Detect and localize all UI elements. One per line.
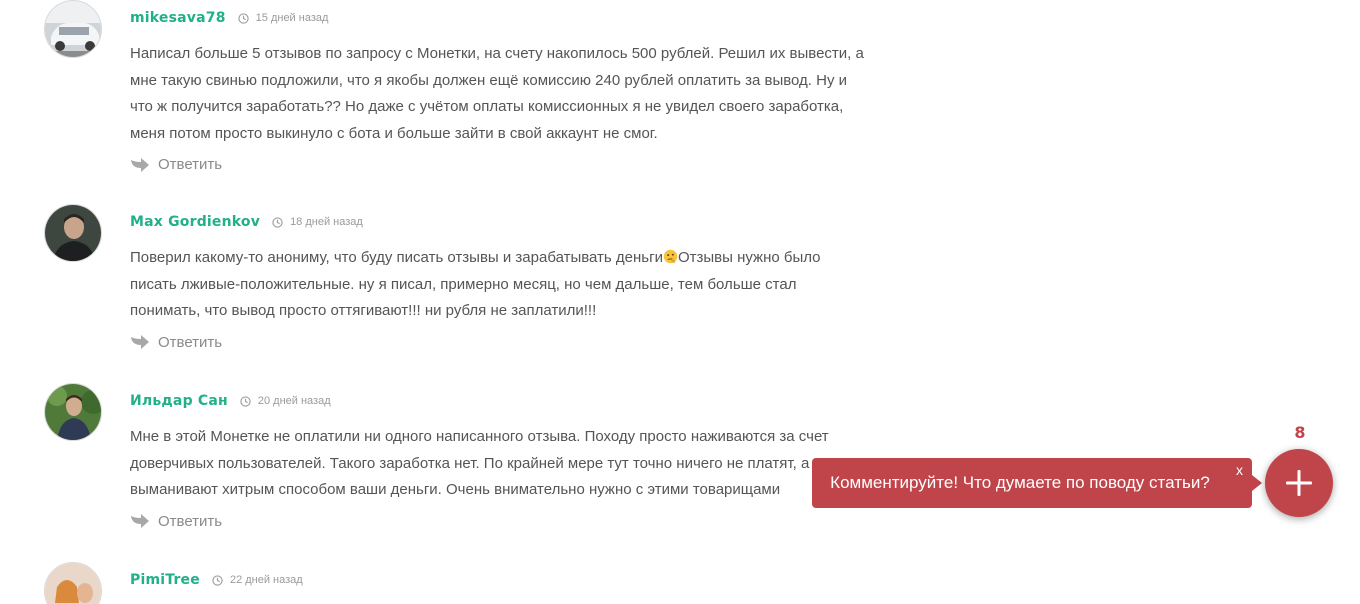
reply-label: Ответить (158, 156, 223, 173)
comments-page: mikesava78 15 дней назад Написал больше … (0, 0, 1360, 604)
reply-arrow-icon (131, 335, 149, 349)
plus-icon (1286, 470, 1312, 496)
clock-icon (212, 574, 223, 586)
comment-header: mikesava78 15 дней назад (130, 8, 870, 28)
comment-date: 20 дней назад (240, 395, 331, 407)
comment-header: Max Gordienkov 18 дней назад (130, 212, 870, 232)
comment-header: Ильдар Сан 20 дней назад (130, 391, 870, 411)
thinking-emoji-icon (663, 249, 678, 264)
clock-icon (237, 12, 249, 24)
comment-date-text: 20 дней назад (257, 395, 331, 407)
reply-arrow-icon (131, 514, 149, 528)
bubble-pointer (1252, 475, 1262, 491)
comment-body: Ильдар Сан 20 дней назад Мне в этой Моне… (130, 383, 870, 530)
comment-date: 18 дней назад (272, 216, 363, 228)
avatar[interactable] (44, 383, 102, 441)
comment-text: Мне в этой Монетке не оплатили ни одного… (130, 428, 829, 498)
comment-prompt-text: Комментируйте! Что думаете по поводу ста… (830, 473, 1210, 492)
reply-button[interactable]: Ответить (130, 334, 870, 351)
comment-author[interactable]: PimiTree (130, 572, 200, 588)
close-prompt-button[interactable]: x (1236, 462, 1243, 478)
avatar[interactable] (44, 0, 102, 58)
comment-author[interactable]: mikesava78 (130, 10, 226, 26)
comment-date-text: 22 дней назад (229, 574, 303, 586)
comment-author[interactable]: Max Gordienkov (130, 214, 260, 230)
reply-label: Ответить (158, 333, 223, 351)
comment-date: 15 дней назад (237, 12, 329, 24)
comment-header: PimiTree 22 дней назад (130, 570, 870, 590)
comment-date-text: 18 дней назад (290, 216, 363, 228)
comment-body: mikesava78 15 дней назад Написал больше … (130, 0, 870, 173)
comment-count: 8 (1294, 423, 1306, 442)
avatar[interactable] (44, 204, 102, 262)
comment-body: Max Gordienkov 18 дней назад Поверил как… (130, 204, 870, 351)
reply-button[interactable]: Ответить (130, 156, 870, 173)
comment-text-part: Поверил какому-то анониму, что буду писа… (130, 249, 663, 266)
comment-text: Написал больше 5 отзывов по запросу с Мо… (130, 45, 864, 142)
add-comment-button[interactable] (1265, 449, 1333, 517)
comment-body: PimiTree 22 дней назад (130, 562, 870, 590)
reply-label: Ответить (158, 512, 223, 530)
comment-author[interactable]: Ильдар Сан (130, 393, 228, 409)
avatar[interactable] (44, 562, 102, 604)
comment-prompt-bubble: Комментируйте! Что думаете по поводу ста… (812, 458, 1262, 508)
comment-text: Поверил какому-то анониму, что буду писа… (130, 245, 870, 325)
reply-arrow-icon (131, 157, 149, 172)
reply-button[interactable]: Ответить (130, 513, 870, 530)
clock-icon (240, 395, 251, 407)
comment-date: 22 дней назад (212, 574, 303, 586)
comment-date-text: 15 дней назад (255, 12, 329, 24)
clock-icon (272, 216, 283, 228)
